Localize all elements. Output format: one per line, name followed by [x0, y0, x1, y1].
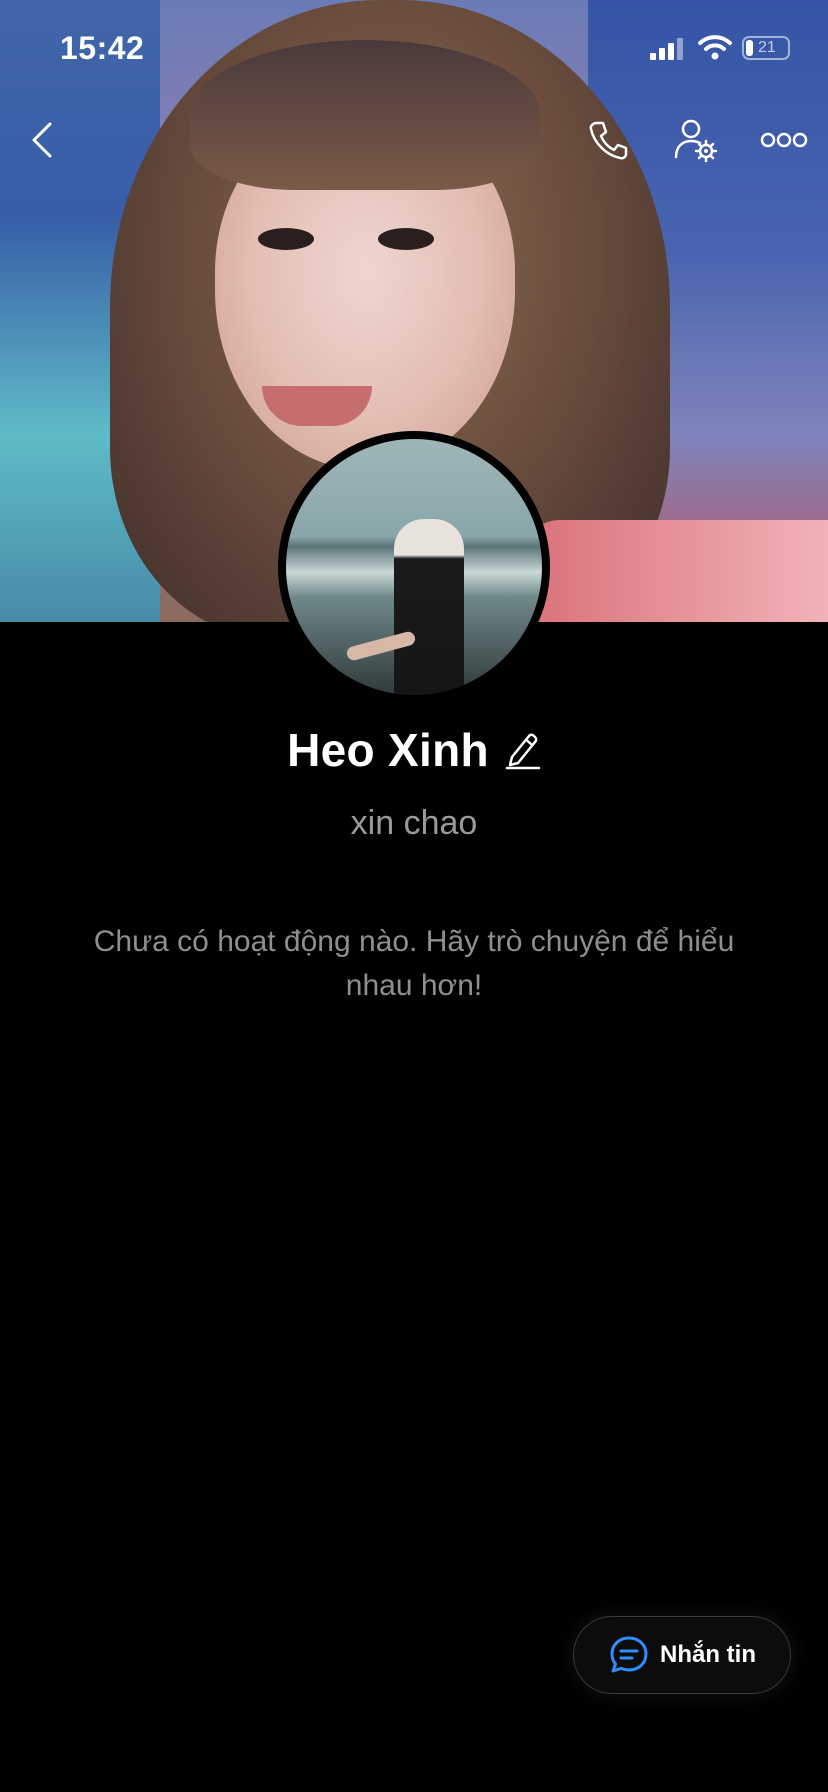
profile-settings-button[interactable] [666, 110, 726, 170]
profile-name-row: Heo Xinh [0, 722, 828, 778]
avatar[interactable] [278, 431, 550, 703]
more-dots-icon [760, 132, 808, 148]
user-settings-icon [674, 119, 718, 163]
battery-icon: 21 [742, 36, 790, 60]
more-options-button[interactable] [754, 110, 814, 170]
call-button[interactable] [578, 110, 638, 170]
cover-right-eye [378, 228, 434, 250]
battery-fill [746, 40, 753, 56]
phone-icon [589, 121, 628, 160]
status-time: 15:42 [60, 30, 145, 66]
cellular-signal-icon [650, 38, 686, 65]
empty-activity-message: Chưa có hoạt động nào. Hãy trò chuyện để… [93, 925, 735, 1002]
profile-name: Heo Xinh [287, 724, 489, 776]
wifi-icon [698, 34, 732, 65]
top-navigation [0, 110, 828, 170]
cover-shirt [520, 520, 828, 622]
avatar-person [394, 519, 464, 695]
avatar-photo [286, 439, 542, 695]
edit-name-button[interactable] [505, 730, 541, 770]
battery-level: 21 [758, 39, 776, 56]
pencil-icon [505, 733, 541, 770]
cover-left-eye [258, 228, 314, 250]
back-chevron-icon [32, 122, 52, 158]
chat-bubble-icon [610, 1636, 648, 1673]
back-button[interactable] [12, 110, 72, 170]
profile-status: xin chao [350, 804, 478, 842]
send-message-button[interactable]: Nhắn tin [573, 1616, 791, 1694]
status-bar: 15:42 21 [0, 0, 828, 96]
send-message-label: Nhắn tin [660, 1641, 756, 1668]
